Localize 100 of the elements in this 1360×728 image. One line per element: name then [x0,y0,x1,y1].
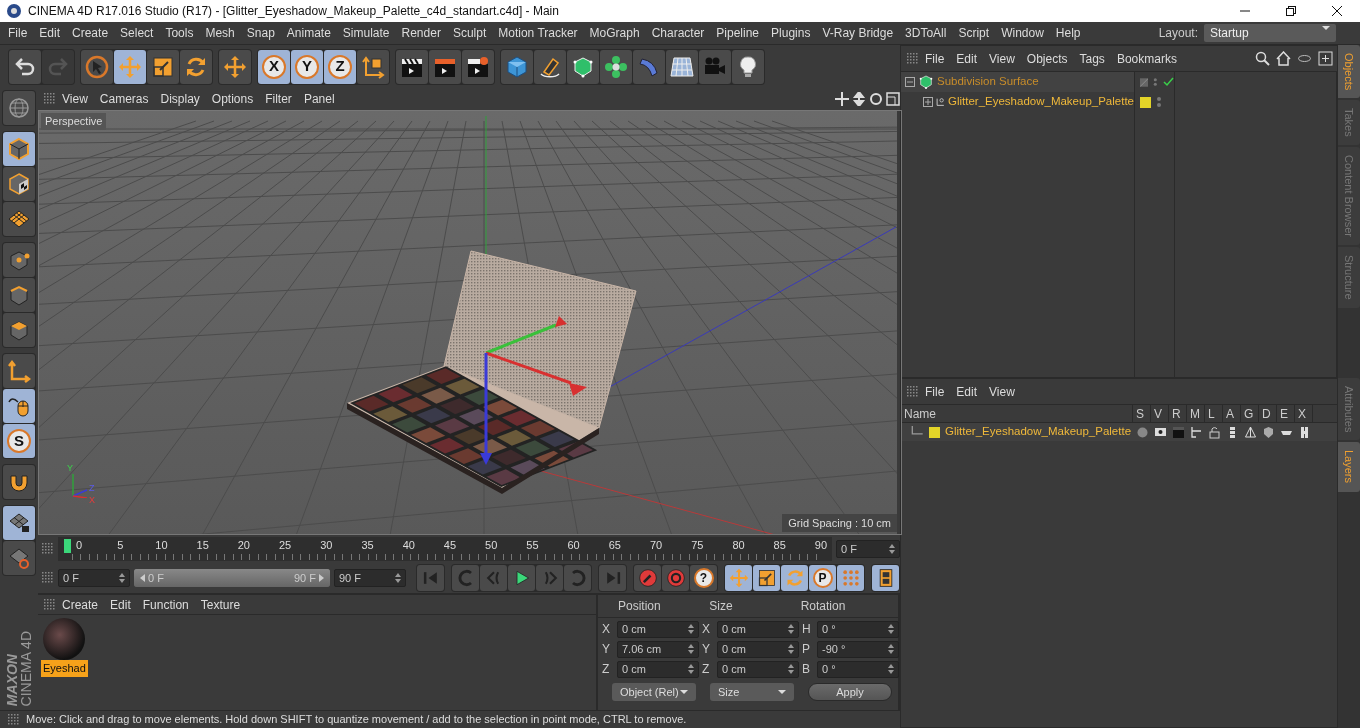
menu-item[interactable]: View [983,49,1021,68]
menu-item[interactable]: V-Ray Bridge [816,24,900,42]
dot-grid-button[interactable] [837,565,864,591]
menu-item[interactable]: Motion Tracker [492,24,584,42]
wire-globe-button[interactable] [3,91,35,125]
axes-cube-button[interactable] [357,49,389,84]
menu-item[interactable]: File [919,382,951,401]
menu-item[interactable]: Animate [280,24,337,42]
position-field[interactable]: 0 cm [617,660,699,678]
keysel-button[interactable]: ? [690,565,717,591]
axis-corner-button[interactable] [3,354,35,388]
menu-item[interactable]: Character [645,24,711,42]
menu-item[interactable]: Edit [104,595,137,614]
film-strip-button[interactable] [872,565,899,591]
bent-shape-button[interactable] [633,49,665,84]
record-cycle-button[interactable] [662,565,689,591]
menu-item[interactable]: Bookmarks [1110,49,1183,68]
skip-start-button[interactable] [417,565,444,591]
undo-arrow-button[interactable] [9,49,41,84]
grid-diamond-button[interactable] [3,202,35,236]
position-field[interactable]: 7.06 cm [617,640,699,658]
menu-item[interactable]: Tags [1073,49,1111,68]
menu-item[interactable]: Create [56,595,105,614]
menu-item[interactable]: MoGraph [583,24,646,42]
record-key-button[interactable] [634,565,661,591]
layer-color-swatch[interactable] [1140,96,1151,108]
size-field[interactable]: 0 cm [717,620,799,638]
cross-arrows-button[interactable] [219,49,251,84]
axis-lock-button[interactable]: Z [324,49,356,84]
pen-nib-button[interactable] [534,49,566,84]
grid-cycle-button[interactable] [3,541,35,575]
cage-cube-button[interactable] [567,49,599,84]
apply-button[interactable]: Apply [808,683,892,701]
menu-item[interactable]: View [983,382,1021,401]
menu-item[interactable]: Edit [33,24,67,42]
position-field[interactable]: 0 cm [617,620,699,638]
side-tab[interactable]: Objects [1338,45,1360,99]
menu-item[interactable]: Objects [1020,49,1074,68]
light-bulb-button[interactable] [732,49,764,84]
menu-item[interactable]: Snap [240,24,281,42]
axis-lock-button[interactable]: X [258,49,290,84]
menu-item[interactable]: 3DToAll [899,24,953,42]
menu-item[interactable]: Window [995,24,1050,42]
scale-square-button[interactable] [147,49,179,84]
side-tab[interactable]: Layers [1338,442,1360,492]
cube-points-button[interactable] [3,243,35,277]
size-field[interactable]: 0 cm [717,660,799,678]
menu-item[interactable]: Create [66,24,115,42]
cube-outline-button[interactable] [3,132,35,166]
rotation-field[interactable]: 0 ° [817,620,899,638]
menu-item[interactable]: Options [205,90,260,108]
menu-item[interactable]: File [919,49,951,68]
mouse-button[interactable] [3,389,35,423]
current-frame-marker[interactable] [64,539,71,553]
timeline-ruler[interactable]: 0 5 10 15 20 25 30 35 40 45 50 55 60 65 70 75 80 85 90 [58,537,832,561]
arrow-cursor-button[interactable] [81,49,113,84]
clapperboard-button[interactable] [396,49,428,84]
size-mode-dropdown[interactable]: Size [710,683,794,701]
menu-item[interactable]: Edit [950,382,984,401]
menu-item[interactable]: Cameras [93,90,155,108]
menu-item[interactable]: Function [136,595,195,614]
circular-arrows-button[interactable] [180,49,212,84]
viewport-background[interactable]: Perspective Grid Spacing : 10 cm Y Z X [38,110,902,535]
menu-item[interactable]: Render [395,24,447,42]
size-field[interactable]: 0 cm [717,640,799,658]
menu-item[interactable]: Help [1049,24,1087,42]
menu-item[interactable]: Tools [159,24,200,42]
play-button[interactable] [508,565,535,591]
grid-plane-button[interactable] [666,49,698,84]
object-name[interactable]: Glitter_Eyeshadow_Makeup_Palette [947,93,1134,111]
layout-dropdown[interactable]: Startup [1204,24,1336,42]
menu-item[interactable]: Filter [259,90,298,108]
flower-cluster-button[interactable] [600,49,632,84]
cube-button[interactable] [501,49,533,84]
cross-arrows-button[interactable] [114,49,146,84]
snap-button[interactable]: S [3,424,35,458]
menu-item[interactable]: Mesh [199,24,241,42]
param-button[interactable]: P [809,565,836,591]
rotation-field[interactable]: 0 ° [817,660,899,678]
grid-lock-button[interactable] [3,506,35,540]
menu-item[interactable]: Panel [297,90,341,108]
textured-cube-button[interactable] [3,167,35,201]
cube-face-button[interactable] [3,313,35,347]
menu-item[interactable]: Edit [950,49,984,68]
menu-item[interactable]: Plugins [765,24,817,42]
menu-item[interactable]: Pipeline [710,24,766,42]
scale-square-button[interactable] [753,565,780,591]
menu-item[interactable]: Script [952,24,996,42]
current-frame-field[interactable]: 0 F [836,540,900,558]
coordinate-mode-dropdown[interactable]: Object (Rel) [612,683,696,701]
cube-edges-button[interactable] [3,278,35,312]
menu-item[interactable]: File [2,24,34,42]
menu-item[interactable]: Simulate [336,24,396,42]
magnet-button[interactable] [3,465,35,499]
menu-item[interactable]: Display [154,90,206,108]
axis-lock-button[interactable]: Y [291,49,323,84]
end-frame-field[interactable]: 90 F [334,569,406,587]
menu-item[interactable]: Sculpt [446,24,493,42]
start-frame-field[interactable]: 0 F [58,569,130,587]
menu-item[interactable]: Texture [194,595,247,614]
